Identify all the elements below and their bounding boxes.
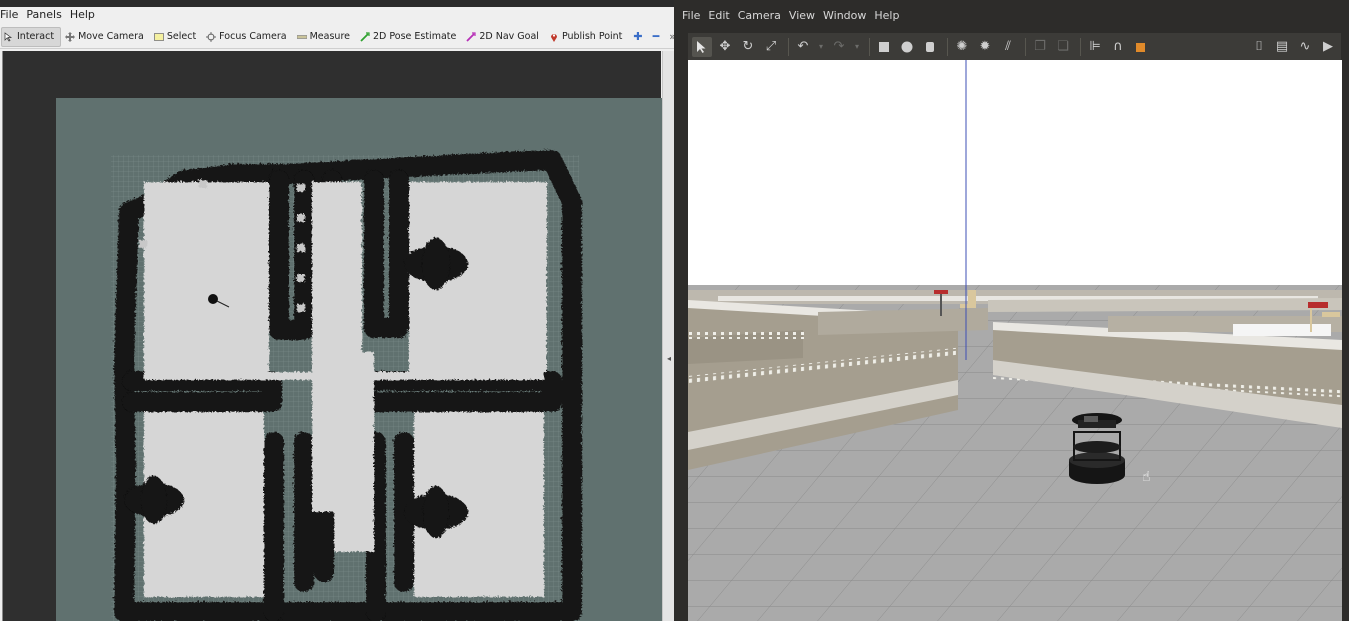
tool-move-camera[interactable]: Move Camera	[61, 27, 150, 47]
gazebo-menu-window[interactable]: Window	[823, 7, 866, 27]
rviz-menu-help[interactable]: Help	[70, 7, 99, 24]
tool-2d-pose-estimate[interactable]: 2D Pose Estimate	[356, 27, 462, 47]
tool-publish-point[interactable]: Publish Point	[545, 27, 628, 47]
gazebo-toolbar: ✥ ↻ ⤢ ↶ ▾ ↷ ▾ ✺ ✹ ⫽ ❐ ❏ ⊫ ∩ ⌷ ▤ ∿ ▶	[688, 33, 1341, 60]
tool-2d-nav-goal[interactable]: 2D Nav Goal	[462, 27, 545, 47]
sphere-icon[interactable]	[897, 37, 917, 57]
rviz-tool-toolbar: Interact Move Camera Select Focus Camera…	[0, 25, 676, 49]
rviz-menu-panels[interactable]: Panels	[26, 7, 65, 24]
paste-icon[interactable]: ❏	[1053, 37, 1073, 57]
record-video-icon[interactable]: ▶	[1318, 37, 1338, 57]
window-edge	[1342, 33, 1349, 621]
tool-label: 2D Nav Goal	[479, 31, 539, 42]
spot-light-icon[interactable]: ✹	[975, 37, 995, 57]
add-tool-button[interactable]: ✚	[628, 30, 647, 43]
scale-icon[interactable]: ⤢	[761, 37, 781, 57]
remove-tool-button[interactable]: ━	[648, 30, 665, 43]
redo-history-icon[interactable]: ▾	[852, 37, 862, 57]
gazebo-3d-scene[interactable]	[688, 60, 1342, 621]
gazebo-menu-file[interactable]: File	[682, 7, 700, 27]
copy-icon[interactable]: ❐	[1030, 37, 1050, 57]
splitter-grip-icon: ◂	[667, 354, 672, 363]
redo-icon[interactable]: ↷	[829, 37, 849, 57]
snap-icon[interactable]: ∩	[1108, 37, 1128, 57]
focus-camera-icon	[206, 31, 217, 42]
select-icon	[153, 32, 164, 41]
gazebo-window: File Edit Camera View Window Help ✥ ↻ ⤢ …	[674, 0, 1349, 621]
tool-label: Select	[166, 31, 197, 42]
tool-label: Interact	[17, 31, 55, 42]
tool-label: Move Camera	[78, 31, 144, 42]
undo-history-icon[interactable]: ▾	[816, 37, 826, 57]
cylinder-icon[interactable]	[920, 37, 940, 57]
turtlebot-robot[interactable]	[1069, 413, 1125, 484]
screenshot-icon[interactable]: ⌷	[1249, 37, 1269, 57]
gazebo-menu-camera[interactable]: Camera	[738, 7, 781, 27]
view-angle-icon[interactable]	[1131, 37, 1151, 57]
align-icon[interactable]: ⊫	[1085, 37, 1105, 57]
move-camera-icon	[65, 31, 76, 42]
nav-goal-icon	[466, 31, 476, 42]
gazebo-menubar: File Edit Camera View Window Help	[674, 7, 1349, 27]
gazebo-menu-edit[interactable]: Edit	[708, 7, 729, 27]
gazebo-menu-help[interactable]: Help	[874, 7, 899, 27]
box-icon[interactable]	[874, 37, 894, 57]
hand-pointer-icon: ☝	[1142, 469, 1151, 485]
cursor-icon	[4, 31, 13, 41]
select-mode-icon[interactable]	[692, 36, 712, 57]
panel-splitter[interactable]: ◂	[662, 51, 674, 621]
log-icon[interactable]: ▤	[1272, 37, 1292, 57]
rviz-menu-file[interactable]: File	[0, 7, 22, 24]
tool-label: Measure	[309, 31, 350, 42]
tool-focus-camera[interactable]: Focus Camera	[202, 27, 292, 47]
directional-light-icon[interactable]: ⫽	[998, 37, 1018, 57]
tool-label: Focus Camera	[219, 31, 287, 42]
tool-select[interactable]: Select	[150, 27, 202, 47]
sky	[688, 60, 1342, 290]
desktop: File Panels Help Interact Move Camera Se…	[0, 0, 1349, 621]
tool-interact[interactable]: Interact	[1, 26, 62, 47]
tool-label: Publish Point	[561, 31, 623, 42]
undo-icon[interactable]: ↶	[793, 37, 813, 57]
scene-render	[688, 60, 1342, 621]
publish-point-icon	[550, 33, 557, 42]
costmap	[113, 149, 581, 621]
rviz-window: File Panels Help Interact Move Camera Se…	[0, 0, 676, 621]
tool-measure[interactable]: Measure	[293, 27, 356, 47]
point-light-icon[interactable]: ✺	[952, 37, 972, 57]
occupancy-map	[111, 149, 581, 621]
tool-label: 2D Pose Estimate	[372, 31, 457, 42]
pose-estimate-icon	[360, 31, 370, 42]
rviz-menubar: File Panels Help	[0, 7, 674, 24]
plot-icon[interactable]: ∿	[1295, 37, 1315, 57]
gazebo-menu-view[interactable]: View	[789, 7, 815, 27]
window-top-strip	[0, 0, 674, 7]
rotate-icon[interactable]: ↻	[738, 37, 758, 57]
translate-icon[interactable]: ✥	[715, 37, 735, 57]
rviz-3d-view[interactable]	[2, 51, 662, 621]
measure-icon	[296, 34, 307, 39]
